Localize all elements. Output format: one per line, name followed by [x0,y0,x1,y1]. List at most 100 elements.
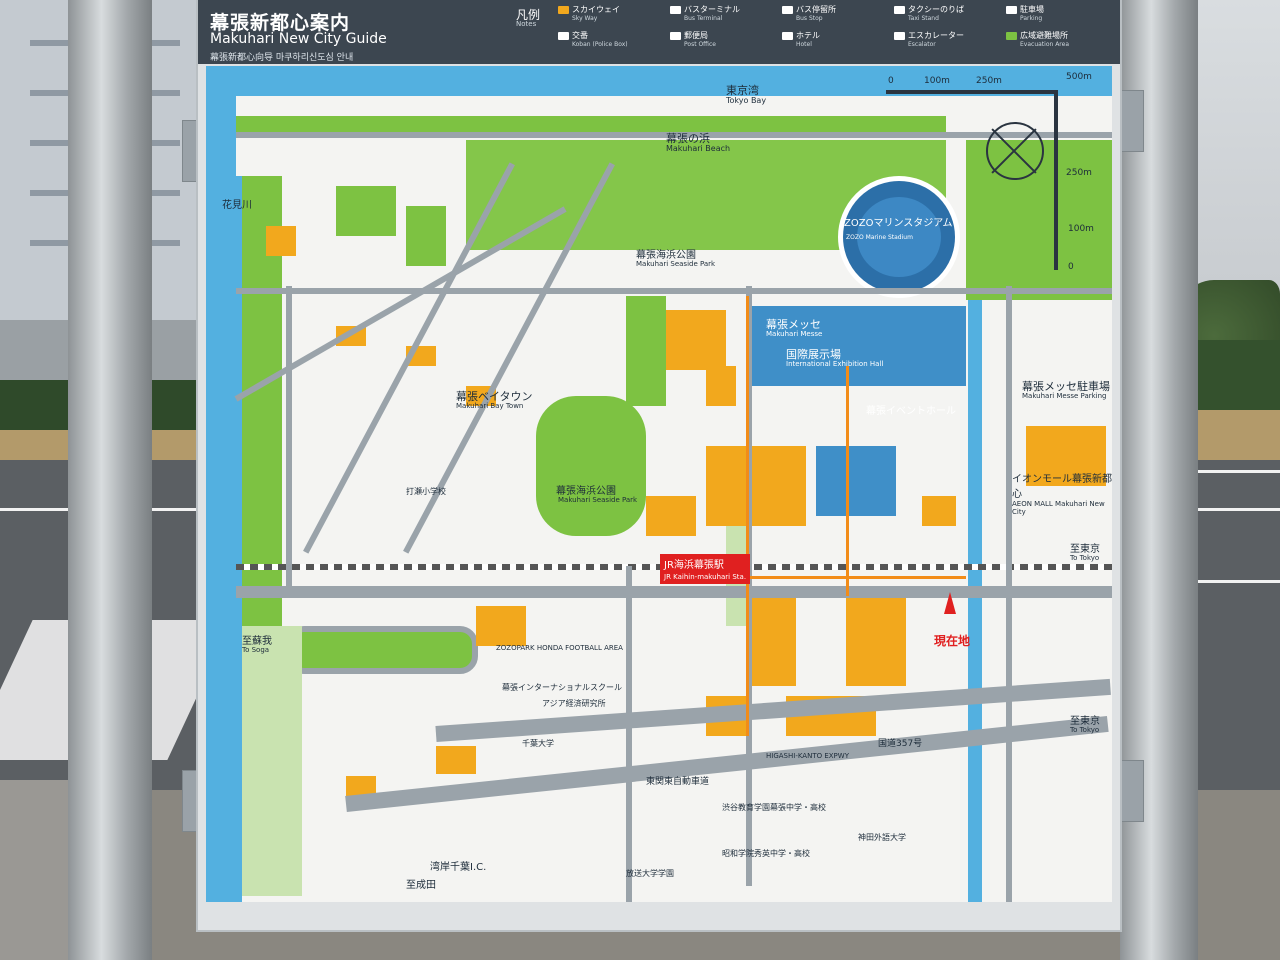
stadium-label-en: ZOZO Marine Stadium [846,234,913,241]
legend-swatch-icon [782,5,793,14]
to-soga-label-en: To Soga [242,646,270,654]
football-area-label: ZOZOPARK HONDA FOOTBALL AREA [496,644,623,652]
legend-label: 交番 [572,31,588,40]
intl-school-label: 幕張インターナショナルスクール [502,683,622,692]
seaside-park-label-ja: 幕張海浜公園 [556,486,616,497]
building-block [666,310,726,370]
asia-economy-label: アジア経済研究所 [542,699,606,708]
legend-swatch-icon [558,5,569,14]
building-block [922,496,956,526]
legend-swatch-icon [1006,31,1017,40]
legend-sublabel: Hotel [796,41,812,48]
kanda-university-label: 神田外語大学 [858,833,906,842]
legend-label: スカイウェイ [572,5,620,14]
photo-scene: 幕張新都心案内 Makuhari New City Guide 幕張新都心向导 … [0,0,1280,960]
legend-swatch-icon [894,31,905,40]
legend-sublabel: Post Office [684,41,716,48]
messe-label-en: Makuhari Messe [766,330,823,338]
legend-label: 郵便局 [684,31,708,40]
sea-label-en: Tokyo Bay [726,96,767,105]
legend-item: バス停留所 Bus Stop [782,4,836,22]
park-strip [626,296,666,406]
seaside-park-label-en: Makuhari Seaside Park [558,496,638,504]
legend-sublabel: Parking [1020,15,1043,22]
river [216,176,242,902]
aeon-label-en: AEON MALL Makuhari New City [1012,500,1105,516]
city-guide-sign: 幕張新都心案内 Makuhari New City Guide 幕張新都心向导 … [198,0,1120,930]
legend-item: スカイウェイ Sky Way [558,4,620,22]
expo-hall [816,446,896,516]
uchibori-school-label: 打瀬小学校 [406,487,446,496]
legend-item: 郵便局 Post Office [670,30,716,48]
road-ns [286,286,292,586]
chiba-university-label: 千葉大学 [522,739,554,748]
road-ns [1006,286,1012,902]
legend-sublabel: Evacuation Area [1020,41,1070,48]
messe-parking-label-en: Makuhari Messe Parking [1022,392,1107,400]
legend-sublabel: Sky Way [572,15,598,22]
park-label-en: Makuhari Seaside Park [636,260,716,268]
skyway [846,366,849,596]
building-block [266,226,296,256]
park-label-ja: 幕張海浜公園 [636,250,696,261]
legend-swatch-icon [558,31,569,40]
to-narita-label: 至成田 [406,880,436,891]
legend-sublabel: Koban (Police Box) [572,41,628,48]
station-label: JR海浜幕張駅 JR Kaihin-makuhari Sta. [660,554,751,584]
legend-swatch-icon [782,31,793,40]
building-block [706,446,806,526]
legend: スカイウェイ Sky Way バスターミナル Bus Terminal バス停留所 Bus… [558,4,1118,60]
to-tokyo-label-ja: 至東京 [1070,544,1100,555]
scale-label: 100m [924,76,950,86]
road-ns [626,566,632,902]
green-block [336,186,396,236]
route-357-label: 国道357号 [878,739,923,749]
scale-label-v: 250m [1066,168,1092,178]
building-block [746,596,796,686]
scale-label: 500m [1066,72,1092,82]
building-block [706,366,736,406]
scale-bar-v [1054,90,1058,270]
oval-park [286,626,478,674]
current-location-label: 現在地 [934,634,971,648]
legend-label: ホテル [796,31,820,40]
legend-item: 駐車場 Parking [1006,4,1044,22]
legend-swatch-icon [1006,5,1017,14]
legend-item: 広域避難場所 Evacuation Area [1006,30,1069,48]
north-arrow [986,122,1044,180]
open-university-label: 放送大学学園 [626,869,674,878]
legend-item: タクシーのりば Taxi Stand [894,4,964,22]
legend-label: エスカレーター [908,31,964,40]
expressway-label-ja: 東関東自動車道 [646,777,710,787]
sign-pole-left [68,0,152,960]
scale-label: 0 [888,76,894,86]
scale-label-v: 0 [1068,262,1074,272]
building-block [436,746,476,774]
aeon-label-ja: イオンモール幕張新都心 [1012,474,1112,500]
legend-item: バスターミナル Bus Terminal [670,4,740,22]
legend-sublabel: Bus Terminal [684,15,723,22]
stadium-label-ja: ZOZOマリンスタジアム [844,218,953,229]
showa-school-label: 昭和学院秀英中学・高校 [722,849,810,858]
map-area: 0 100m 250m 500m 250m 100m 0 東京湾 Tokyo B… [206,66,1112,902]
legend-label: タクシーのりば [908,5,964,14]
legend-label: 広域避難場所 [1020,31,1068,40]
title-en: Makuhari New City Guide [210,31,387,47]
shibuya-school-label: 渋谷教育学園幕張中学・高校 [722,803,826,812]
sign-header: 幕張新都心案内 Makuhari New City Guide 幕張新都心向导 … [198,0,1120,64]
green-south [242,626,302,896]
legend-label: 駐車場 [1020,5,1044,14]
to-soga-label-ja: 至蘇我 [242,636,272,647]
seaside-park [536,396,646,536]
title-zh-ko: 幕張新都心向导 마쿠하리신도심 안내 [210,53,354,63]
current-location-icon [944,592,956,614]
event-hall-label: 幕張イベントホール [866,406,956,417]
legend-label: バス停留所 [796,5,836,14]
expo-label-en: International Exhibition Hall [786,360,884,368]
expressway-label-en: HIGASHI-KANTO EXPWY [766,752,849,760]
road-seaside [236,288,1112,294]
building-block [476,606,526,646]
to-tokyo-label-en: To Tokyo [1070,554,1100,562]
legend-sublabel: Bus Stop [796,15,823,22]
ic-label: 湾岸千葉I.C. [430,862,487,873]
